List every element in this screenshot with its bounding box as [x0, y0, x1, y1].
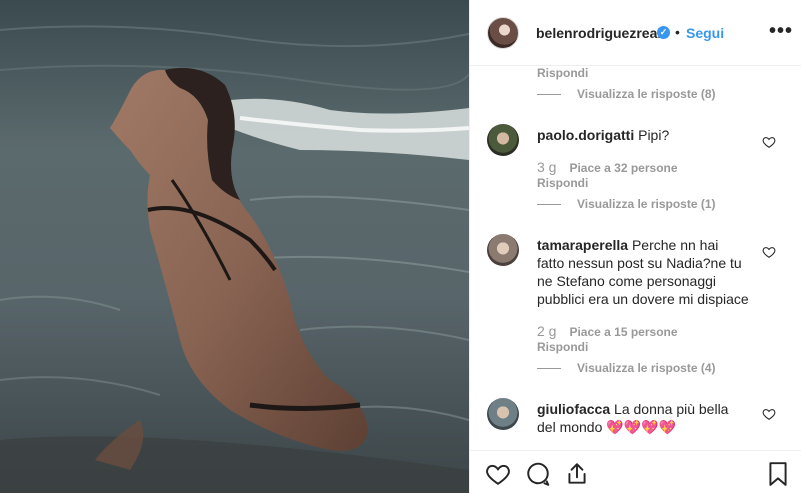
- comment-text: tamaraperella Perche nn hai fatto nessun…: [537, 236, 749, 308]
- view-replies-label: Visualizza le risposte (8): [577, 87, 716, 101]
- share-icon[interactable]: [564, 461, 590, 487]
- view-replies-label: Visualizza le risposte (1): [577, 197, 716, 211]
- author-username[interactable]: belenrodriguezreal: [536, 25, 661, 41]
- heart-icon[interactable]: [762, 245, 776, 259]
- bookmark-icon[interactable]: [765, 461, 791, 487]
- commenter-username[interactable]: paolo.dorigatti: [537, 127, 634, 143]
- comment-age[interactable]: 3 g: [537, 159, 556, 175]
- more-options-icon[interactable]: •••: [769, 20, 793, 43]
- reply-button[interactable]: Rispondi: [537, 66, 588, 80]
- comment-body: Pipi?: [638, 127, 670, 143]
- view-replies-label: Visualizza le risposte (4): [577, 361, 716, 375]
- verified-badge-icon: ✓: [657, 26, 670, 39]
- comment-text: giuliofacca La donna più bella del mondo…: [537, 400, 749, 436]
- heart-icon[interactable]: [485, 461, 511, 487]
- commenter-avatar[interactable]: [487, 234, 519, 266]
- commenter-avatar[interactable]: [487, 124, 519, 156]
- view-replies-button[interactable]: Visualizza le risposte (1): [537, 197, 716, 211]
- replies-divider: [537, 94, 561, 96]
- photo-image: [0, 0, 469, 493]
- reply-button[interactable]: Rispondi: [537, 176, 588, 190]
- commenter-avatar[interactable]: [487, 398, 519, 430]
- reply-button[interactable]: Rispondi: [537, 340, 588, 354]
- replies-divider: [537, 204, 561, 206]
- comment-likes[interactable]: Piace a 32 persone: [569, 161, 677, 175]
- post-header: belenrodriguezreal ✓ • Segui •••: [470, 0, 801, 66]
- follow-button[interactable]: Segui: [686, 25, 724, 41]
- comment-icon[interactable]: [525, 461, 551, 487]
- replies-divider: [537, 368, 561, 370]
- view-replies-button[interactable]: Visualizza le risposte (4): [537, 361, 716, 375]
- comment-meta: 3 g Piace a 32 persone: [537, 159, 678, 175]
- post-actions-bar: [470, 450, 801, 493]
- commenter-username[interactable]: tamaraperella: [537, 237, 628, 253]
- comment-age[interactable]: 2 g: [537, 323, 556, 339]
- heart-icon[interactable]: [762, 407, 776, 421]
- author-avatar[interactable]: [487, 17, 519, 49]
- header-separator: •: [675, 24, 680, 40]
- heart-icon[interactable]: [762, 135, 776, 149]
- comments-list[interactable]: Rispondi Visualizza le risposte (8) paol…: [470, 66, 801, 450]
- comment-text: paolo.dorigatti Pipi?: [537, 126, 757, 144]
- comment-meta: 2 g Piace a 15 persone: [537, 323, 678, 339]
- post-side-panel: belenrodriguezreal ✓ • Segui ••• Rispond…: [469, 0, 801, 493]
- view-replies-button[interactable]: Visualizza le risposte (8): [537, 87, 716, 101]
- post-photo[interactable]: [0, 0, 469, 493]
- comment-likes[interactable]: Piace a 15 persone: [569, 325, 677, 339]
- commenter-username[interactable]: giuliofacca: [537, 401, 610, 417]
